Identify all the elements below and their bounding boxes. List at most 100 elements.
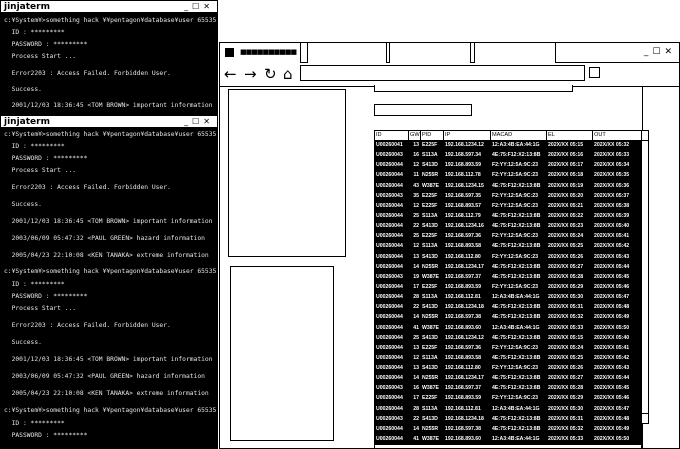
terminal-title: jinjaterm xyxy=(4,2,50,12)
forward-icon[interactable]: → xyxy=(244,66,257,83)
table-cell: N255R xyxy=(420,373,444,385)
table-row[interactable]: U00260044 14 N255R 192.168.597.38 4E:75:F12:… xyxy=(374,312,642,324)
table-row[interactable]: U00260043 16 S113A 192.168.597.34 4E:75:F12:… xyxy=(374,150,642,162)
table-cell: 192.168.1234.16 xyxy=(443,221,491,233)
column-header[interactable]: IP xyxy=(443,130,491,141)
table-row[interactable]: U00260043 16 W387E 192.168.597.37 4E:75:F12:… xyxy=(374,383,642,395)
table-cell: 202X/XX 05:26 xyxy=(546,363,593,375)
table-row[interactable]: U00260044 41 W387E 192.168.893.60 12:A3:4B:E… xyxy=(374,434,642,446)
terminal-window-front[interactable]: jinjaterm _☐✕ c:¥System¥>something hack … xyxy=(0,115,218,449)
table-row[interactable]: U00260044 12 S113A 192.168.893.58 4E:75:F12:… xyxy=(374,241,642,253)
table-cell: 202X/XX 05:47 xyxy=(592,403,642,415)
minimize-icon[interactable]: _ xyxy=(184,2,192,11)
tab-active[interactable]: ■■■■■■■■■■ xyxy=(220,43,301,63)
terminal-line: ID : ********* xyxy=(4,281,65,288)
table-cell: 202X/XX 05:43 xyxy=(592,251,642,263)
table-row[interactable]: U00260044 14 N255R 192.168.597.38 4E:75:F12:… xyxy=(374,423,642,436)
browser-window[interactable]: ■■■■■■■■■■ _☐✕ ← → ↻ ⌂ ID GW PID IP MACAD EL O… xyxy=(219,42,680,449)
table-cell: E225F xyxy=(420,281,444,294)
table-cell: 202X/XX 05:17 xyxy=(546,160,593,172)
side-panel-top xyxy=(228,89,346,257)
terminal-title-bar[interactable]: jinjaterm _☐✕ xyxy=(1,1,217,13)
table-row[interactable]: U00260044 12 S113A 192.168.893.58 4E:75:F12:… xyxy=(374,352,642,365)
table-cell: N255R xyxy=(420,261,444,273)
table-cell: 4E:75:F12:X2:13:8B xyxy=(490,423,547,436)
table-cell: 4E:75:F12:X2:13:8B xyxy=(490,352,547,365)
table-row[interactable]: U00260044 25 E225F 192.168.597.36 F2:YY:12:5… xyxy=(374,231,642,243)
table-row[interactable]: U00260044 25 S113A 192.168.112.79 4E:75:F12:… xyxy=(374,210,642,223)
table-row[interactable]: U00260043 19 W387E 192.168.597.37 4E:75:F12:… xyxy=(374,271,642,283)
table-cell: 28 xyxy=(408,403,421,415)
table-row[interactable]: U00260044 13 E225F 192.168.597.36 F2:YY:12:5… xyxy=(374,342,642,354)
table-row[interactable]: U00260044 17 E225F 192.168.893.59 F2:YY:12:5… xyxy=(374,393,642,405)
table-cell: 22 xyxy=(408,413,421,425)
close-icon[interactable]: ✕ xyxy=(203,117,214,126)
menu-button[interactable] xyxy=(589,67,600,78)
table-cell: 192.168.893.58 xyxy=(443,241,491,253)
table-cell: 192.168.112.80 xyxy=(443,251,491,263)
column-header[interactable]: EL xyxy=(546,130,593,141)
terminal-line: ID : ********* xyxy=(4,29,65,36)
column-header[interactable]: PID xyxy=(420,130,444,141)
maximize-icon[interactable]: ☐ xyxy=(192,2,203,11)
table-cell: 192.168.597.35 xyxy=(443,190,491,202)
close-icon[interactable]: ✕ xyxy=(664,47,676,57)
table-row[interactable]: U00260044 14 N255R 192.168.1234.17 4E:75:F12… xyxy=(374,261,642,273)
table-row[interactable]: U00260043 35 E225F 192.168.597.35 F2:YY:12:5… xyxy=(374,190,642,202)
table-row[interactable]: U00260044 28 S113A 192.168.112.81 12:A3:4B:E… xyxy=(374,403,642,415)
table-cell: 192.168.1234.12 xyxy=(443,332,491,344)
table-cell: 202X/XX 05:25 xyxy=(546,352,593,365)
terminal-title-bar[interactable]: jinjaterm _☐✕ xyxy=(1,116,217,128)
table-row[interactable]: U00260044 41 W387E 192.168.893.60 12:A3:4B:E… xyxy=(374,322,642,334)
table-row[interactable]: U00260044 12 S413D 192.168.893.59 F2:YY:12:5… xyxy=(374,160,642,172)
table-row[interactable]: U00260043 22 S413D 192.168.1234.18 4E:75:F12… xyxy=(374,413,642,425)
table-cell: 192.168.893.57 xyxy=(443,200,491,212)
column-header[interactable]: MACAD xyxy=(490,130,547,141)
close-icon[interactable]: ✕ xyxy=(203,2,214,11)
table-cell: 202X/XX 05:24 xyxy=(546,342,593,354)
table-row[interactable]: U00260044 12 E225F 192.168.893.57 F2:YY:12:5… xyxy=(374,200,642,212)
terminal-line: 2005/04/23 22:10:08 <KEN TANAKA> extreme… xyxy=(4,252,209,259)
terminal-window-back[interactable]: jinjaterm _☐✕ c:¥System¥>something hack … xyxy=(0,0,218,125)
minimize-icon[interactable]: _ xyxy=(184,117,192,126)
table-row[interactable]: U00260044 25 S413D 192.168.1234.12 4E:75:F12… xyxy=(374,332,642,344)
address-bar[interactable] xyxy=(300,65,585,81)
table-row[interactable]: U00260044 28 S113A 192.168.112.81 12:A3:4B:E… xyxy=(374,292,642,304)
table-row[interactable]: U00260044 22 S413D 192.168.1234.18 4E:75:F12… xyxy=(374,302,642,314)
table-row[interactable]: U00260044 22 S413D 192.168.1234.16 4E:75:F12… xyxy=(374,221,642,233)
column-header[interactable]: ID xyxy=(374,130,409,141)
table-cell: 192.168.112.79 xyxy=(443,210,491,223)
table-cell: E225F xyxy=(420,190,444,202)
table-cell: U00260041 xyxy=(374,139,409,152)
table-row[interactable]: U00260044 14 N255R 192.168.1234.17 4E:75:F12… xyxy=(374,373,642,385)
scrollbar-down-arrow[interactable] xyxy=(642,413,648,423)
table-row[interactable]: U00260044 17 E225F 192.168.893.59 F2:YY:12:5… xyxy=(374,281,642,294)
column-header[interactable]: GW xyxy=(408,130,421,141)
column-header[interactable]: OUT xyxy=(592,130,642,141)
terminal-line: Success. xyxy=(4,339,42,346)
table-cell: 202X/XX 05:29 xyxy=(546,281,593,294)
scrollbar-up-arrow[interactable] xyxy=(642,131,648,141)
tab[interactable] xyxy=(389,43,471,63)
table-cell: 41 xyxy=(408,434,421,446)
tab[interactable] xyxy=(474,43,556,63)
table-row[interactable]: U00260044 13 S413D 192.168.112.80 F2:YY:12:5… xyxy=(374,251,642,263)
table-cell: 12 xyxy=(408,352,421,365)
scrollbar[interactable] xyxy=(641,130,649,424)
reload-icon[interactable]: ↻ xyxy=(264,66,277,83)
home-icon[interactable]: ⌂ xyxy=(283,66,293,83)
table-cell: 202X/XX 05:23 xyxy=(546,221,593,233)
table-cell: 202X/XX 05:33 xyxy=(546,434,593,446)
back-icon[interactable]: ← xyxy=(224,66,237,83)
table-row[interactable]: U00260044 11 N255R 192.168.112.78 F2:YY:12:5… xyxy=(374,170,642,182)
table-cell: U00260044 xyxy=(374,403,409,415)
table-cell: S113A xyxy=(420,292,444,304)
table-row[interactable]: U00260044 43 W387E 192.168.1234.15 4E:75:F12… xyxy=(374,180,642,192)
maximize-icon[interactable]: ☐ xyxy=(652,47,664,57)
table-cell: 202X/XX 05:15 xyxy=(546,332,593,344)
table-row[interactable]: U00260041 13 E225F 192.168.1234.12 12:A3:4B:… xyxy=(374,139,642,152)
maximize-icon[interactable]: ☐ xyxy=(192,117,203,126)
table-row[interactable]: U00260044 13 S413D 192.168.112.80 F2:YY:12:5… xyxy=(374,363,642,375)
tab[interactable] xyxy=(307,43,387,63)
terminal-line: c:¥System¥>something hack ¥¥pentagon¥dat… xyxy=(4,131,217,138)
